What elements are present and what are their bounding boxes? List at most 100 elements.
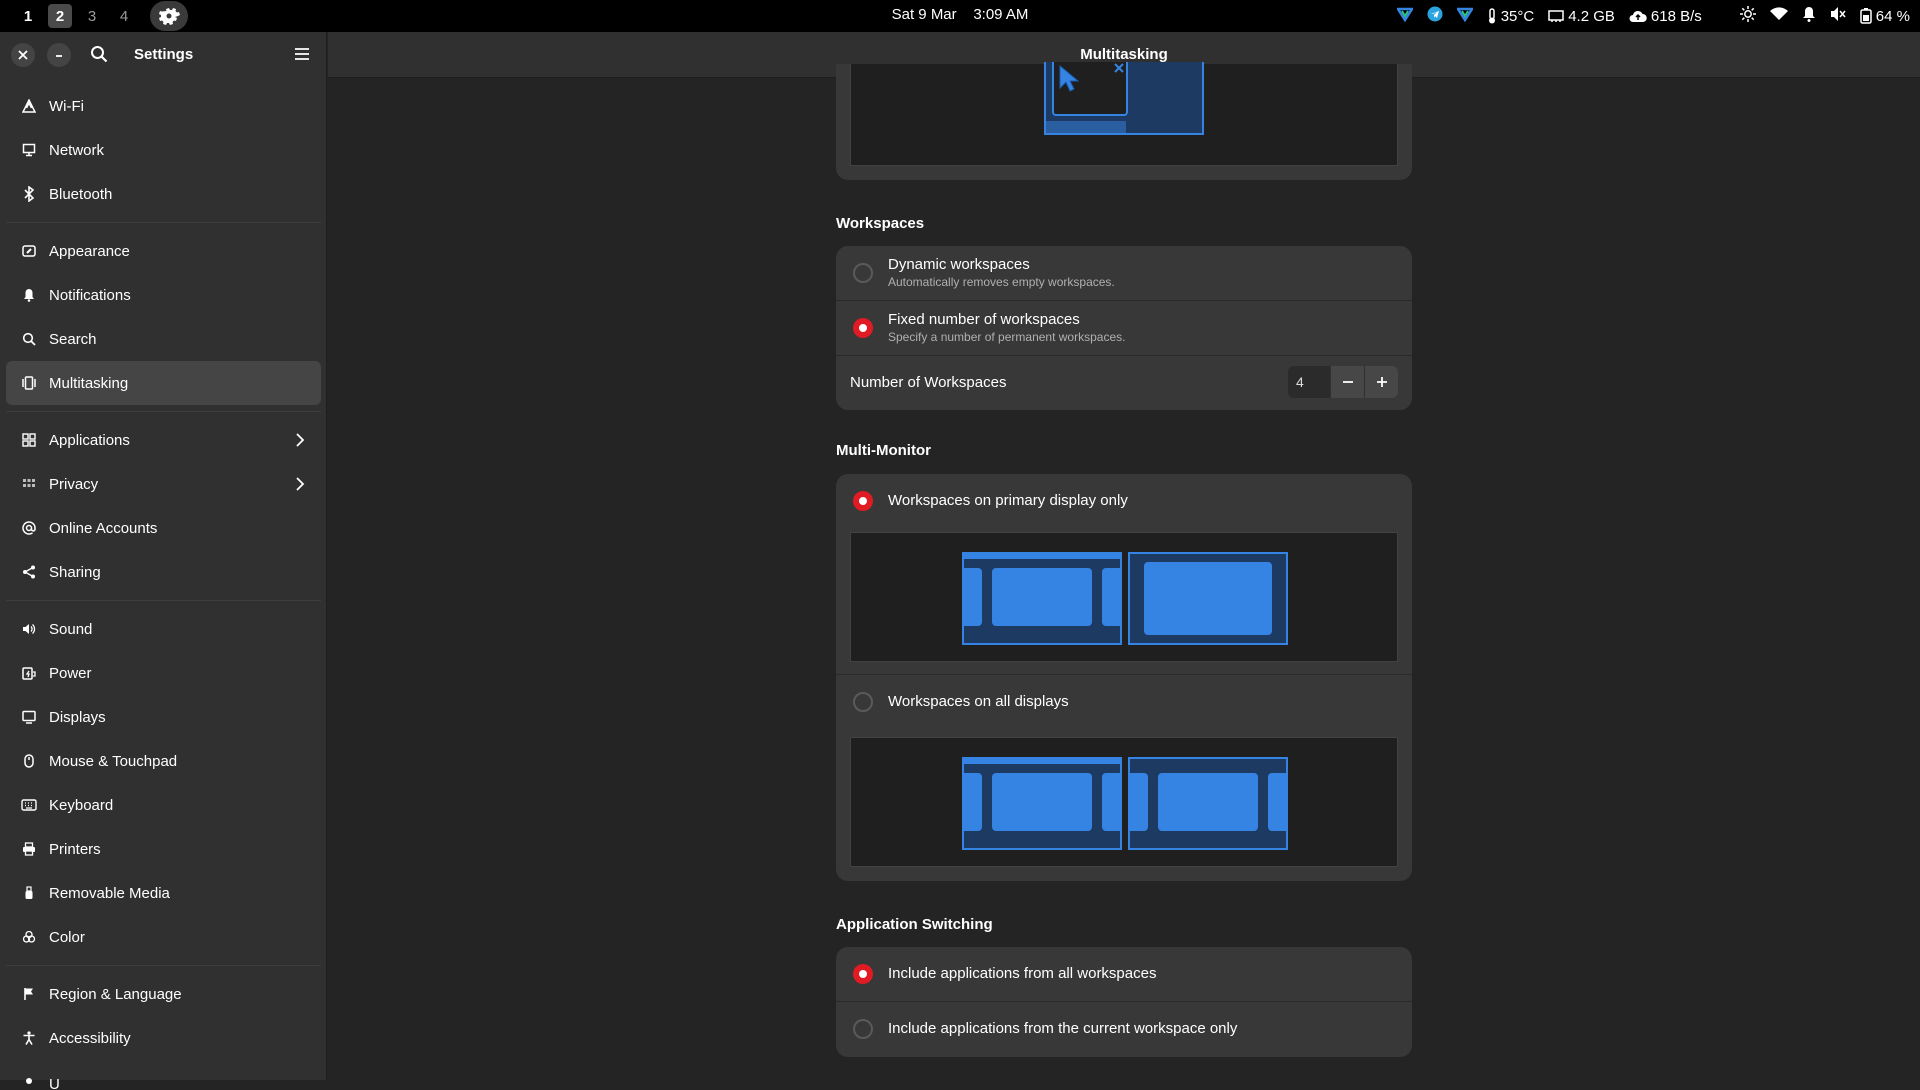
dynamic-workspaces-radio[interactable] (853, 263, 873, 283)
preview-window (992, 773, 1092, 831)
preview-topbar (964, 759, 1120, 764)
sidebar-item-label: Appearance (49, 242, 130, 260)
keyboard-icon (21, 797, 37, 813)
primary-display-radio[interactable] (853, 491, 873, 511)
apps-current-workspace-label: Include applications from the current wo… (888, 1020, 1238, 1037)
search-button[interactable] (90, 45, 108, 68)
flag-icon (21, 986, 37, 1002)
number-of-workspaces-row: Number of Workspaces 4 (836, 356, 1412, 410)
sidebar-item-color[interactable]: Color (6, 915, 321, 959)
window-title: Settings (134, 46, 194, 63)
date-label[interactable]: Sat 9 Mar (892, 6, 957, 23)
sidebar-item-label: Accessibility (49, 1029, 131, 1047)
preview-monitor-left (962, 757, 1122, 850)
workspace-3-button[interactable]: 3 (80, 4, 104, 28)
primary-display-row[interactable]: Workspaces on primary display only (836, 474, 1412, 528)
decrease-workspaces-button[interactable] (1330, 366, 1364, 398)
sidebar-item-network[interactable]: Network (6, 128, 321, 172)
memory-icon (1548, 10, 1564, 22)
hamburger-menu-icon (295, 48, 309, 60)
sidebar-item-notifications[interactable]: Notifications (6, 273, 321, 317)
sidebar-item-power[interactable]: Power (6, 651, 321, 695)
sidebar-item-label: Privacy (49, 475, 99, 493)
wifi-icon (21, 98, 37, 114)
hot-corner-card (836, 62, 1412, 180)
power-icon (21, 665, 37, 681)
sidebar-item-accessibility[interactable]: Accessibility (6, 1016, 321, 1060)
gear-icon (159, 8, 180, 25)
sidebar-item-keyboard[interactable]: Keyboard (6, 783, 321, 827)
sidebar-item-removable-media[interactable]: Removable Media (6, 871, 321, 915)
search-icon (91, 46, 108, 63)
bell-icon (21, 287, 37, 303)
battery-indicator[interactable]: 64 % (1860, 8, 1910, 25)
sidebar-item-users[interactable]: U (6, 1060, 321, 1090)
apps-current-workspace-radio[interactable] (853, 1019, 873, 1039)
settings-app-button[interactable] (150, 1, 188, 31)
battery-icon (1860, 8, 1872, 24)
sidebar-item-bluetooth[interactable]: Bluetooth (6, 172, 321, 216)
apps-all-workspaces-row[interactable]: Include applications from all workspaces (836, 947, 1412, 1001)
appearance-icon (21, 243, 37, 259)
sidebar-item-mouse-touchpad[interactable]: Mouse & Touchpad (6, 739, 321, 783)
sidebar-item-label: Search (49, 330, 97, 348)
minimize-window-button[interactable] (47, 43, 71, 67)
fixed-workspaces-radio[interactable] (853, 318, 873, 338)
workspaces-stepper: 4 (1288, 366, 1398, 398)
workspace-1-button[interactable]: 1 (16, 4, 40, 28)
close-icon (1114, 63, 1124, 73)
sidebar-item-online-accounts[interactable]: Online Accounts (6, 506, 321, 550)
sidebar-item-multitasking[interactable]: Multitasking (6, 361, 321, 405)
multitasking-icon (21, 375, 37, 391)
sidebar-item-privacy[interactable]: Privacy (6, 462, 321, 506)
telegram-icon[interactable] (1427, 6, 1443, 26)
close-window-button[interactable] (11, 43, 35, 67)
sidebar-item-applications[interactable]: Applications (6, 418, 321, 462)
sidebar-item-appearance[interactable]: Appearance (6, 229, 321, 273)
workspaces-count-input[interactable]: 4 (1288, 366, 1330, 398)
volume-muted-icon[interactable] (1830, 6, 1846, 26)
search-icon (21, 331, 37, 347)
fixed-workspaces-row[interactable]: Fixed number of workspaces Specify a num… (836, 301, 1412, 355)
sidebar-list: Wi-Fi Network Bluetooth Appearance Notif… (6, 84, 321, 1090)
primary-display-preview (850, 532, 1398, 662)
dynamic-workspaces-row[interactable]: Dynamic workspaces Automatically removes… (836, 246, 1412, 300)
dynamic-workspaces-title: Dynamic workspaces (888, 256, 1030, 273)
notification-bell-icon[interactable] (1802, 6, 1816, 26)
sidebar-item-sound[interactable]: Sound (6, 607, 321, 651)
sidebar-item-label: Displays (49, 708, 106, 726)
workspaces-section-title: Workspaces (836, 215, 925, 232)
apps-all-workspaces-radio[interactable] (853, 964, 873, 984)
sidebar-item-search[interactable]: Search (6, 317, 321, 361)
preview-window (1268, 773, 1288, 831)
all-displays-radio[interactable] (853, 692, 873, 712)
display-icon (21, 709, 37, 725)
temperature-value: 35°C (1500, 7, 1535, 25)
network-speed-indicator: 618 B/s (1629, 8, 1702, 25)
vpn-status-icon[interactable] (1455, 6, 1474, 26)
sidebar-item-printers[interactable]: Printers (6, 827, 321, 871)
sidebar-item-label: Region & Language (49, 985, 182, 1003)
vpn-icon[interactable] (1395, 6, 1414, 26)
preview-taskbar (1046, 121, 1126, 133)
brightness-icon[interactable] (1739, 6, 1756, 26)
all-displays-row[interactable]: Workspaces on all displays (836, 675, 1412, 729)
preview-window (1144, 562, 1272, 635)
workspace-2-button[interactable]: 2 (48, 4, 72, 28)
time-label[interactable]: 3:09 AM (973, 6, 1028, 23)
preview-monitor-right (1128, 757, 1288, 850)
multimonitor-card: Workspaces on primary display only Works… (836, 474, 1412, 881)
main-menu-button[interactable] (294, 47, 310, 66)
workspace-4-button[interactable]: 4 (112, 4, 136, 28)
printer-icon (21, 841, 37, 857)
sidebar-header: Settings (0, 32, 326, 78)
share-icon (21, 564, 37, 580)
sidebar-item-displays[interactable]: Displays (6, 695, 321, 739)
sidebar-item-label: Wi-Fi (49, 97, 84, 115)
wifi-status-icon[interactable] (1769, 7, 1788, 25)
sidebar-item-region-language[interactable]: Region & Language (6, 972, 321, 1016)
sidebar-item-wifi[interactable]: Wi-Fi (6, 84, 321, 128)
apps-current-workspace-row[interactable]: Include applications from the current wo… (836, 1002, 1412, 1056)
sidebar-item-sharing[interactable]: Sharing (6, 550, 321, 594)
increase-workspaces-button[interactable] (1364, 366, 1398, 398)
